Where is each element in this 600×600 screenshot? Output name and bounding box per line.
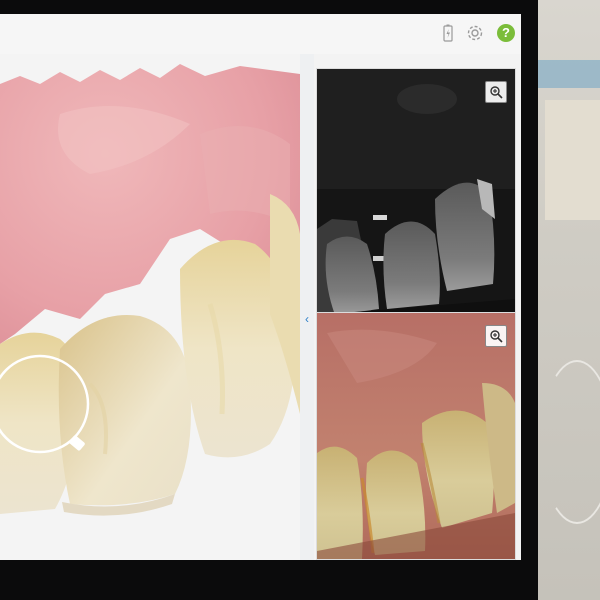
- zoom-in-icon[interactable]: [485, 81, 507, 103]
- top-toolbar: ?: [0, 14, 521, 54]
- color-view[interactable]: [316, 312, 516, 560]
- scan-3d-view[interactable]: [0, 54, 300, 560]
- infrared-image: [317, 69, 515, 319]
- color-image: [317, 313, 515, 559]
- help-label: ?: [497, 24, 515, 42]
- panel-divider: ‹: [300, 54, 314, 560]
- app-screen: ? ‹: [0, 14, 521, 560]
- zoom-in-icon[interactable]: [485, 325, 507, 347]
- scan-3d-model: [0, 54, 300, 560]
- help-icon[interactable]: ?: [496, 23, 516, 43]
- collapse-arrow-icon[interactable]: ‹: [300, 312, 314, 326]
- background-shelf: [535, 60, 600, 88]
- battery-icon[interactable]: [438, 23, 458, 43]
- gear-icon[interactable]: [465, 23, 485, 43]
- background-box: [545, 100, 600, 220]
- infrared-view[interactable]: [316, 68, 516, 320]
